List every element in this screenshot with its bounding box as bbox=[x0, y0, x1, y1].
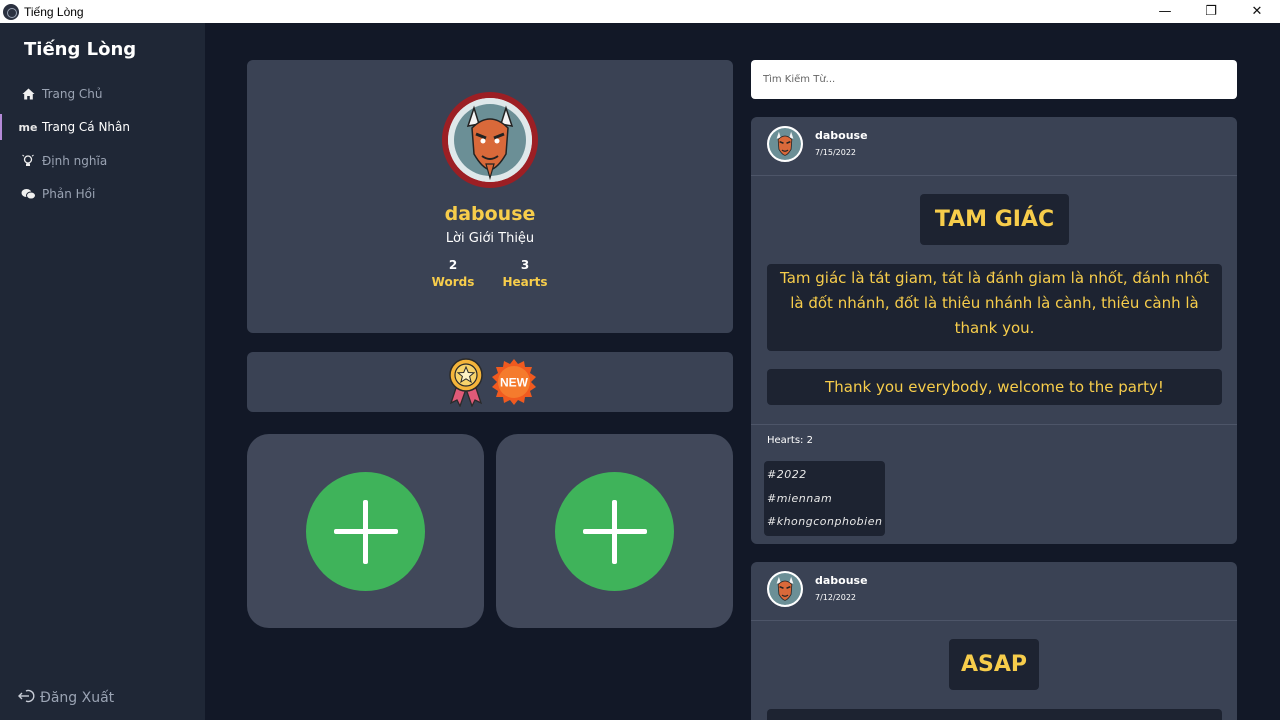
stat-value: 3 bbox=[520, 258, 530, 272]
post-username[interactable]: dabouse bbox=[815, 574, 868, 587]
post-tags: #2022 #miennam #khongconphobien bbox=[764, 461, 886, 536]
minimize-button[interactable]: — bbox=[1142, 0, 1188, 23]
post-header: dabouse 7/15/2022 bbox=[751, 117, 1237, 176]
sidebar-item-feedback[interactable]: Phản Hồi bbox=[0, 181, 205, 207]
stat-value: 2 bbox=[448, 258, 458, 272]
post-example: Thank you everybody, welcome to the part… bbox=[767, 369, 1222, 405]
add-word-card[interactable] bbox=[496, 434, 733, 628]
lightbulb-icon bbox=[20, 154, 36, 168]
sidebar-brand: Tiếng Lòng bbox=[24, 39, 137, 60]
sidebar-item-profile[interactable]: me Trang Cá Nhân bbox=[0, 114, 205, 140]
post-username[interactable]: dabouse bbox=[815, 129, 868, 142]
close-button[interactable]: ✕ bbox=[1234, 0, 1280, 23]
profile-intro: Lời Giới Thiệu bbox=[445, 231, 535, 246]
plus-icon[interactable] bbox=[306, 472, 425, 591]
post-card: dabouse 7/12/2022 ASAP bbox=[751, 562, 1237, 720]
avatar bbox=[442, 92, 538, 188]
app-icon bbox=[3, 3, 19, 20]
post-divider bbox=[751, 424, 1237, 425]
new-badge-label: NEW bbox=[500, 376, 529, 390]
window-titlebar: Tiếng Lòng — ❐ ✕ bbox=[0, 0, 1280, 23]
restore-button[interactable]: ❐ bbox=[1188, 0, 1234, 23]
sidebar-item-home[interactable]: Trang Chủ bbox=[0, 81, 205, 107]
home-icon bbox=[20, 88, 36, 100]
stat-label: Hearts bbox=[502, 275, 548, 289]
post-word: TAM GIÁC bbox=[920, 194, 1069, 245]
sidebar-item-label: Trang Chủ bbox=[42, 87, 103, 101]
medal-icon bbox=[447, 357, 485, 408]
profile-username: dabouse bbox=[444, 203, 536, 225]
stat-hearts: 3 Hearts bbox=[495, 258, 555, 289]
logout-button[interactable]: Đăng Xuất bbox=[18, 689, 114, 707]
tag[interactable]: #khongconphobien bbox=[767, 510, 882, 534]
sidebar: Tiếng Lòng Trang Chủ me Trang Cá Nhân Đị… bbox=[0, 23, 205, 720]
sidebar-item-label: Trang Cá Nhân bbox=[42, 120, 130, 134]
me-icon: me bbox=[18, 120, 38, 134]
post-word: ASAP bbox=[949, 639, 1039, 690]
sidebar-item-definitions[interactable]: Định nghĩa bbox=[0, 148, 205, 174]
avatar[interactable] bbox=[767, 571, 803, 607]
sidebar-item-label: Phản Hồi bbox=[42, 187, 96, 201]
avatar[interactable] bbox=[767, 126, 803, 162]
post-card: dabouse 7/15/2022 TAM GIÁC Tam giác là t… bbox=[751, 117, 1237, 544]
post-date: 7/12/2022 bbox=[815, 593, 857, 602]
chat-icon bbox=[20, 188, 36, 200]
tag[interactable]: #2022 bbox=[767, 463, 882, 487]
logout-label: Đăng Xuất bbox=[40, 690, 115, 706]
post-definition: Tam giác là tát giam, tát là đánh giam l… bbox=[767, 264, 1222, 351]
add-word-card[interactable] bbox=[247, 434, 484, 628]
post-definition bbox=[767, 709, 1222, 720]
profile-card: dabouse Lời Giới Thiệu 2 Words 3 Hearts bbox=[247, 60, 733, 333]
tag[interactable]: #miennam bbox=[767, 487, 882, 511]
search-input[interactable] bbox=[751, 60, 1237, 99]
post-date: 7/15/2022 bbox=[815, 148, 857, 157]
stat-words: 2 Words bbox=[423, 258, 483, 289]
post-hearts[interactable]: Hearts: 2 bbox=[767, 435, 813, 446]
logout-icon bbox=[18, 689, 37, 707]
window-title: Tiếng Lòng bbox=[24, 4, 84, 19]
post-header: dabouse 7/12/2022 bbox=[751, 562, 1237, 621]
stat-label: Words bbox=[431, 275, 475, 289]
new-badge-icon: NEW bbox=[490, 358, 538, 406]
sidebar-item-label: Định nghĩa bbox=[42, 154, 108, 168]
window-controls: — ❐ ✕ bbox=[1142, 0, 1280, 23]
plus-icon[interactable] bbox=[555, 472, 674, 591]
badges-card: NEW bbox=[247, 352, 733, 412]
